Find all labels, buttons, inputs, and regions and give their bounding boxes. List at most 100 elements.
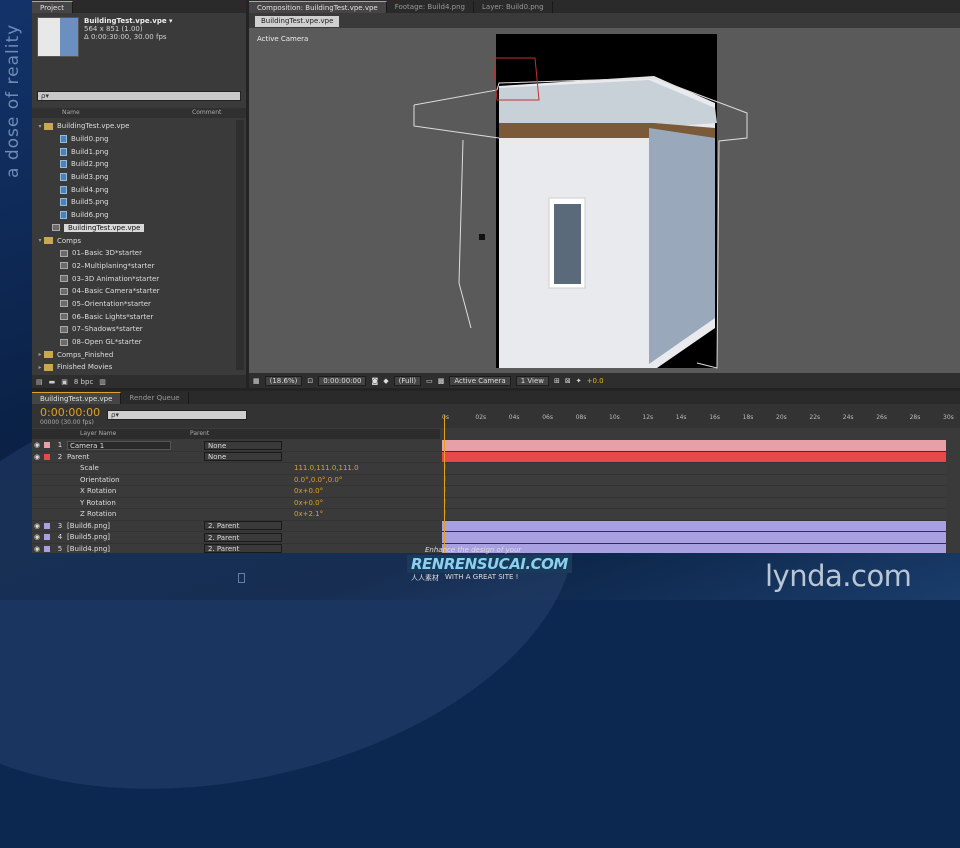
label-color-swatch[interactable] bbox=[44, 442, 50, 449]
table-row[interactable]: ◉ 5 [Build4.png] 2. Parent bbox=[32, 544, 440, 553]
visibility-eye-icon[interactable]: ◉ bbox=[34, 441, 40, 449]
composition-viewer[interactable]: Active Camera bbox=[249, 28, 960, 373]
layer-name[interactable]: [Build4.png] bbox=[67, 545, 171, 553]
layer-duration-bar[interactable] bbox=[442, 532, 946, 544]
camera-dropdown[interactable]: Active Camera bbox=[449, 375, 511, 386]
list-item[interactable]: ▸ Finished Movies bbox=[32, 361, 235, 374]
list-item[interactable]: 06–Basic Lights*starter bbox=[32, 310, 235, 323]
disclosure-triangle-icon[interactable]: ▾ bbox=[36, 123, 44, 130]
list-item[interactable]: ▾ Comps bbox=[32, 234, 235, 247]
snapshot-icon[interactable]: ◙ bbox=[371, 377, 378, 385]
layer-name[interactable]: [Build5.png] bbox=[67, 533, 171, 541]
list-item[interactable]: 08–Open GL*starter bbox=[32, 336, 235, 349]
zoom-dropdown[interactable]: (18.6%) bbox=[264, 375, 303, 386]
view-layout-dropdown[interactable]: 1 View bbox=[515, 375, 549, 386]
project-search-input[interactable]: ρ▾ bbox=[37, 91, 241, 101]
disclosure-triangle-icon[interactable]: ▸ bbox=[36, 364, 44, 371]
show-channel-icon[interactable]: ◆ bbox=[383, 377, 388, 385]
table-row[interactable]: ◉ 2 Parent None bbox=[32, 452, 440, 463]
playhead[interactable] bbox=[444, 415, 445, 553]
region-icon[interactable]: ▭ bbox=[426, 377, 433, 385]
trash-icon[interactable]: ▥ bbox=[99, 378, 106, 386]
visibility-eye-icon[interactable]: ◉ bbox=[34, 453, 40, 461]
label-color-swatch[interactable] bbox=[44, 545, 50, 552]
exposure-icon[interactable]: ✦ bbox=[576, 377, 582, 385]
fast-previews-icon[interactable]: ⊠ bbox=[565, 377, 571, 385]
visibility-eye-icon[interactable]: ◉ bbox=[34, 545, 40, 553]
property-value[interactable]: 111.0,111.0,111.0 bbox=[294, 464, 359, 472]
layer-duration-bar[interactable] bbox=[442, 451, 946, 463]
tab-project[interactable]: Project bbox=[32, 1, 73, 13]
project-scrollbar[interactable] bbox=[236, 120, 244, 370]
table-row[interactable]: ◉ 4 [Build5.png] 2. Parent bbox=[32, 532, 440, 544]
new-folder-icon[interactable]: ▬ bbox=[49, 378, 56, 386]
bit-depth[interactable]: 8 bpc bbox=[74, 378, 93, 386]
property-value[interactable]: 0x+0.0° bbox=[294, 487, 323, 495]
table-row[interactable]: Orientation 0.0°,0.0°,0.0° bbox=[32, 475, 440, 486]
list-item[interactable]: 03–3D Animation*starter bbox=[32, 272, 235, 285]
list-item[interactable]: ▾ BuildingTest.vpe.vpe bbox=[32, 120, 235, 133]
disclosure-triangle-icon[interactable]: ▸ bbox=[36, 351, 44, 358]
file-title[interactable]: BuildingTest.vpe.vpe ▾ bbox=[84, 17, 173, 25]
list-item[interactable]: ▸ Comps_Finished bbox=[32, 348, 235, 361]
list-item[interactable]: Build3.png bbox=[32, 171, 235, 184]
list-item[interactable]: Build2.png bbox=[32, 158, 235, 171]
current-time[interactable]: 0:00:00:00 bbox=[318, 375, 367, 386]
visibility-eye-icon[interactable]: ◉ bbox=[34, 522, 40, 530]
parent-dropdown[interactable]: None bbox=[204, 440, 282, 450]
column-name[interactable]: Name bbox=[62, 108, 192, 118]
list-item[interactable]: 05–Orientation*starter bbox=[32, 298, 235, 311]
label-color-swatch[interactable] bbox=[44, 534, 50, 541]
disclosure-triangle-icon[interactable]: ▾ bbox=[36, 237, 44, 244]
column-layer-name[interactable]: Layer Name bbox=[80, 429, 116, 439]
table-row[interactable]: Scale 111.0,111.0,111.0 bbox=[32, 463, 440, 475]
list-item[interactable]: 07–Shadows*starter bbox=[32, 323, 235, 336]
layer-name[interactable]: Parent bbox=[67, 453, 171, 461]
tab-composition[interactable]: Composition: BuildingTest.vpe.vpe bbox=[249, 1, 387, 13]
exposure-value[interactable]: +0.0 bbox=[587, 377, 604, 385]
list-item[interactable]: 04–Basic Camera*starter bbox=[32, 285, 235, 298]
layer-name[interactable]: Camera 1 bbox=[67, 440, 171, 450]
table-row[interactable]: X Rotation 0x+0.0° bbox=[32, 486, 440, 498]
property-value[interactable]: 0x+2.1° bbox=[294, 510, 323, 518]
timeline-timecode[interactable]: 0:00:00:00 bbox=[40, 406, 100, 419]
label-color-swatch[interactable] bbox=[44, 453, 50, 460]
list-item[interactable]: Build6.png bbox=[32, 209, 235, 222]
toggle-pixel-icon[interactable]: ⊞ bbox=[554, 377, 560, 385]
visibility-eye-icon[interactable]: ◉ bbox=[34, 533, 40, 541]
list-item[interactable]: BuildingTest.vpe.vpe bbox=[32, 222, 235, 235]
list-item[interactable]: Build1.png bbox=[32, 145, 235, 158]
list-item[interactable]: Build4.png bbox=[32, 183, 235, 196]
property-value[interactable]: 0.0°,0.0°,0.0° bbox=[294, 476, 342, 484]
label-color-swatch[interactable] bbox=[44, 522, 50, 529]
layer-duration-bar[interactable] bbox=[442, 520, 946, 532]
tab-timeline-comp[interactable]: BuildingTest.vpe.vpe bbox=[32, 392, 122, 404]
new-comp-icon[interactable]: ▣ bbox=[61, 378, 68, 386]
parent-dropdown[interactable]: None bbox=[204, 452, 282, 462]
list-item[interactable]: 01–Basic 3D*starter bbox=[32, 247, 235, 260]
parent-dropdown[interactable]: 2. Parent bbox=[204, 544, 282, 553]
table-row[interactable]: ◉ 1 Camera 1 None bbox=[32, 440, 440, 452]
comp-view-tab[interactable]: BuildingTest.vpe.vpe bbox=[255, 16, 340, 27]
safe-zones-icon[interactable]: ⊡ bbox=[307, 377, 313, 385]
resolution-dropdown[interactable]: (Full) bbox=[393, 375, 422, 386]
list-item[interactable]: Build5.png bbox=[32, 196, 235, 209]
list-item[interactable]: 02–Multiplaning*starter bbox=[32, 260, 235, 273]
timeline-search-input[interactable]: ρ▾ bbox=[107, 410, 247, 420]
tab-render-queue[interactable]: Render Queue bbox=[121, 392, 189, 404]
layer-name[interactable]: [Build6.png] bbox=[67, 522, 171, 530]
table-row[interactable]: ◉ 3 [Build6.png] 2. Parent bbox=[32, 521, 440, 532]
transparency-grid-icon[interactable]: ▩ bbox=[438, 377, 445, 385]
time-ruler[interactable]: 0s 02s 04s 06s 08s 10s 12s 14s 16s 18s 20s 22s 24s 26… bbox=[442, 404, 954, 428]
tab-layer[interactable]: Layer: Build0.png bbox=[474, 1, 553, 13]
table-row[interactable]: Z Rotation 0x+2.1° bbox=[32, 509, 440, 521]
layer-duration-bar[interactable] bbox=[442, 440, 946, 452]
column-comment[interactable]: Comment bbox=[192, 108, 221, 118]
parent-dropdown[interactable]: 2. Parent bbox=[204, 521, 282, 531]
column-parent[interactable]: Parent bbox=[190, 429, 209, 439]
parent-dropdown[interactable]: 2. Parent bbox=[204, 532, 282, 542]
property-value[interactable]: 0x+0.0° bbox=[294, 499, 323, 507]
grid-icon[interactable]: ▦ bbox=[253, 377, 260, 385]
interpret-footage-icon[interactable]: ▤ bbox=[36, 378, 43, 386]
tab-footage[interactable]: Footage: Build4.png bbox=[387, 1, 475, 13]
